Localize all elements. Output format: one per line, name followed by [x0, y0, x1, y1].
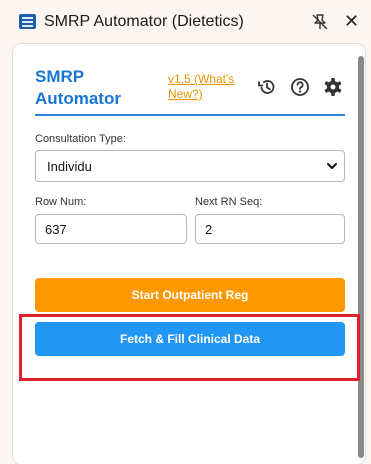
window-titlebar: SMRP Automator (Dietetics) ✕ — [0, 0, 371, 44]
next-rn-seq-value: 2 — [205, 221, 213, 237]
next-rn-seq-input[interactable]: 2 — [195, 214, 345, 244]
side-panel: SMRP Automator v1.5 (What's New?) Consul… — [13, 44, 365, 464]
version-link[interactable]: v1.5 (What's New?) — [168, 72, 238, 102]
annotation-highlight-box — [19, 314, 360, 381]
app-icon — [19, 14, 36, 29]
chevron-down-icon — [327, 163, 337, 169]
brand-title: SMRP Automator — [35, 67, 121, 108]
consultation-type-select[interactable]: Individu — [35, 150, 345, 182]
consultation-type-label: Consultation Type: — [35, 133, 126, 145]
row-num-input[interactable]: 637 — [35, 214, 187, 244]
row-num-label: Row Num: — [35, 196, 87, 208]
next-rn-seq-label: Next RN Seq: — [195, 196, 263, 208]
header-divider — [35, 114, 345, 116]
panel-header: SMRP Automator v1.5 (What's New?) — [13, 44, 359, 116]
help-icon[interactable] — [289, 76, 311, 98]
start-outpatient-reg-button[interactable]: Start Outpatient Reg — [35, 278, 345, 312]
window-title: SMRP Automator (Dietetics) — [44, 13, 244, 30]
row-num-value: 637 — [45, 221, 67, 237]
consultation-type-value: Individu — [47, 158, 92, 174]
settings-icon[interactable] — [322, 76, 344, 98]
close-icon[interactable]: ✕ — [344, 12, 359, 30]
start-outpatient-reg-label: Start Outpatient Reg — [131, 288, 249, 302]
pin-off-icon[interactable] — [311, 13, 329, 31]
scrollbar[interactable] — [358, 56, 364, 458]
history-icon[interactable] — [256, 76, 278, 98]
